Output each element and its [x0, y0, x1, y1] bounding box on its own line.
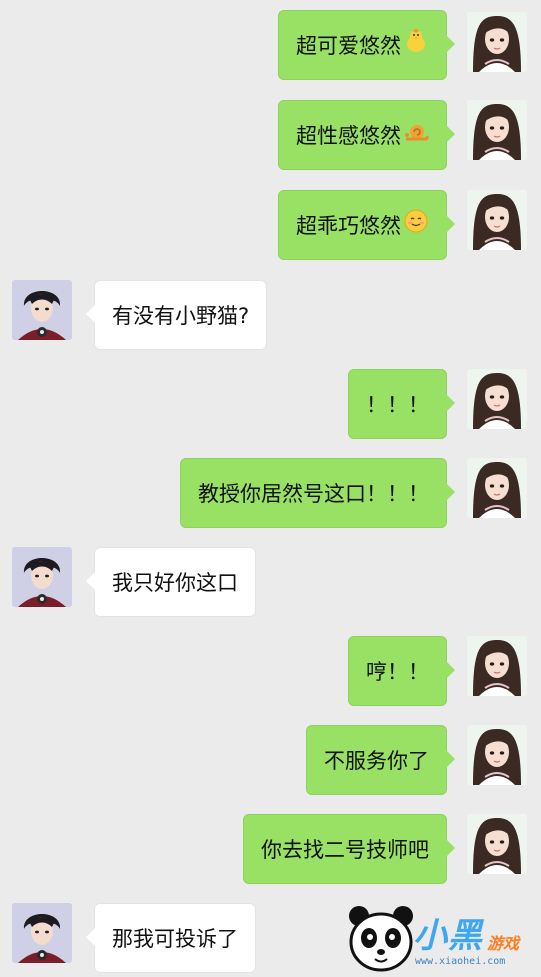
- message-row: 哼！！: [0, 636, 541, 708]
- avatar-self[interactable]: [467, 636, 527, 696]
- message-text: 教授你居然号这口！！！: [198, 482, 429, 506]
- avatar-self[interactable]: [467, 814, 527, 874]
- message-text: 不服务你了: [324, 749, 429, 773]
- received-message-bubble[interactable]: 我只好你这口: [86, 547, 256, 617]
- message-row: 不服务你了: [0, 725, 541, 797]
- sent-message-bubble[interactable]: 哼！！: [348, 636, 455, 706]
- message-row: 教授你居然号这口！！！: [0, 458, 541, 530]
- sent-message-bubble[interactable]: 教授你居然号这口！！！: [180, 458, 455, 528]
- smile-emoji-icon: [403, 192, 429, 262]
- sent-message-bubble[interactable]: 超乖巧悠然: [278, 190, 455, 262]
- sent-message-bubble[interactable]: 超性感悠然: [278, 100, 455, 172]
- message-text: 超乖巧悠然: [296, 214, 401, 238]
- avatar-contact[interactable]: [12, 547, 72, 607]
- panda-logo-icon: [345, 902, 417, 977]
- sent-message-bubble[interactable]: 超可爱悠然: [278, 10, 455, 82]
- message-row: 超可爱悠然: [0, 10, 541, 82]
- message-row: 有没有小野猫?: [0, 280, 541, 352]
- message-text: 有没有小野猫?: [112, 304, 250, 328]
- avatar-self[interactable]: [467, 12, 527, 72]
- avatar-self[interactable]: [467, 190, 527, 250]
- avatar-self[interactable]: [467, 458, 527, 518]
- avatar-contact[interactable]: [12, 903, 72, 963]
- sent-message-bubble[interactable]: 你去找二号技师吧: [243, 814, 455, 884]
- message-text: 你去找二号技师吧: [261, 838, 429, 862]
- sent-message-bubble[interactable]: 不服务你了: [306, 725, 455, 795]
- message-text: 那我可投诉了: [112, 927, 238, 951]
- avatar-self[interactable]: [467, 725, 527, 785]
- sent-message-bubble[interactable]: ！！！: [348, 369, 455, 439]
- watermark-title: 小黑: [413, 916, 483, 956]
- received-message-bubble[interactable]: 有没有小野猫?: [85, 280, 268, 350]
- snail-emoji-icon: [403, 102, 429, 172]
- avatar-self[interactable]: [467, 100, 527, 160]
- message-text: ！！！: [366, 393, 429, 417]
- chick-emoji-icon: [403, 12, 429, 82]
- watermark-url[interactable]: www.xiaohei.com: [415, 956, 505, 967]
- message-row: 我只好你这口: [0, 547, 541, 619]
- site-watermark: 小黑 游戏 www.xiaohei.com: [345, 902, 541, 973]
- message-row: 你去找二号技师吧: [0, 814, 541, 886]
- message-row: ！！！: [0, 369, 541, 441]
- message-row: 超乖巧悠然: [0, 190, 541, 262]
- avatar-self[interactable]: [467, 369, 527, 429]
- watermark-subtitle: 游戏: [487, 934, 520, 953]
- chat-conversation: 超可爱悠然 超性感悠然 超乖巧悠然 有没有小野猫? ！！！ 教授你居然号这口！！…: [0, 0, 541, 973]
- message-text: 我只好你这口: [112, 571, 238, 595]
- message-row: 超性感悠然: [0, 100, 541, 172]
- received-message-bubble[interactable]: 那我可投诉了: [86, 903, 256, 973]
- message-text: 超性感悠然: [296, 124, 401, 148]
- message-text: 哼！！: [366, 660, 429, 684]
- message-text: 超可爱悠然: [296, 34, 401, 58]
- avatar-contact[interactable]: [12, 280, 72, 340]
